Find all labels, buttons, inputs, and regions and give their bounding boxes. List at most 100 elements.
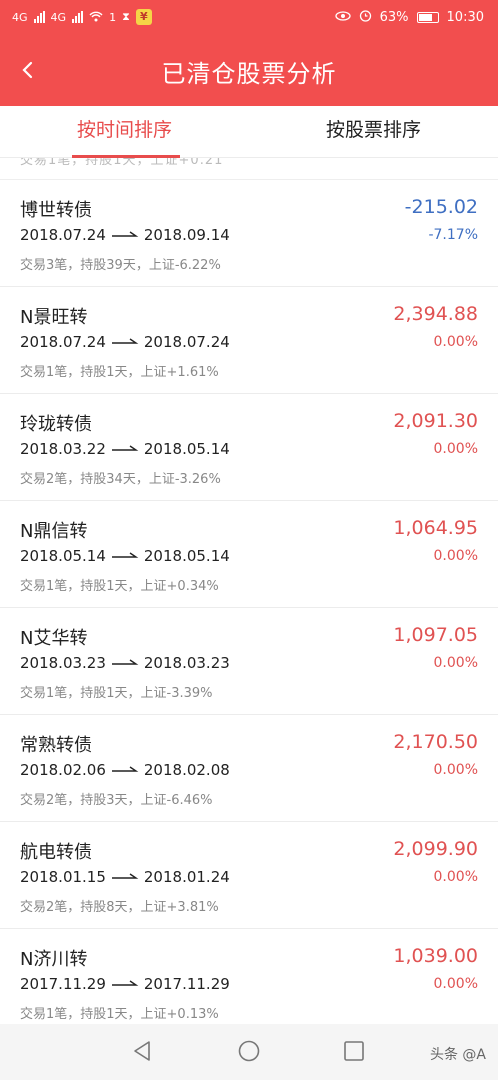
holding-period: 2017.11.29 2017.11.29 bbox=[20, 975, 230, 993]
system-nav-bar: 头条 @A bbox=[0, 1024, 498, 1080]
list-item[interactable]: 常熟转债 2018.02.06 2018.02.08 交易2笔，持股3天，上证-6.4… bbox=[0, 715, 498, 822]
status-bar: 4G 4G 1 ⧗ ¥ 63% 10:30 bbox=[0, 0, 498, 36]
nav-recents-button[interactable] bbox=[343, 1040, 365, 1066]
trade-summary: 交易3笔，持股39天，上证-6.22% bbox=[20, 258, 221, 273]
end-date: 2018.07.24 bbox=[143, 333, 230, 351]
signal-icon bbox=[33, 11, 45, 23]
circle-home-icon bbox=[238, 1040, 260, 1062]
profit-percent: 0.00% bbox=[433, 762, 478, 778]
hotspot-icon bbox=[89, 10, 103, 25]
arrow-right-icon bbox=[110, 975, 140, 993]
stock-name: 常熟转债 bbox=[20, 735, 92, 756]
stock-name: N济川转 bbox=[20, 949, 88, 970]
alarm-icon bbox=[359, 9, 372, 26]
notification-count: 1 bbox=[109, 10, 117, 24]
nav-back-button[interactable] bbox=[131, 1040, 153, 1066]
profit-amount: 2,091.30 bbox=[393, 410, 478, 432]
list-item[interactable]: 航电转债 2018.01.15 2018.01.24 交易2笔，持股8天，上证+3.8… bbox=[0, 822, 498, 929]
sort-tabs: 按时间排序 按股票排序 bbox=[0, 106, 498, 158]
arrow-right-icon bbox=[110, 226, 140, 244]
end-date: 2018.05.14 bbox=[143, 547, 230, 565]
end-date: 2018.03.23 bbox=[143, 654, 230, 672]
profit-amount: 2,170.50 bbox=[393, 731, 478, 753]
list-item[interactable]: N艾华转 2018.03.23 2018.03.23 交易1笔，持股1天，上证-3.3… bbox=[0, 608, 498, 715]
end-date: 2018.01.24 bbox=[143, 868, 230, 886]
profit-percent: 0.00% bbox=[433, 441, 478, 457]
profit-amount: 1,039.00 bbox=[393, 945, 478, 967]
title-bar: 已清仓股票分析 bbox=[0, 36, 498, 106]
tab-label: 按股票排序 bbox=[325, 119, 421, 141]
stock-name: N景旺转 bbox=[20, 307, 88, 328]
cleared-stock-list: 博世转债 2018.07.24 2018.09.14 交易3笔，持股39天，上证-6.… bbox=[0, 180, 498, 1036]
profit-percent: 0.00% bbox=[433, 869, 478, 885]
profit-amount: 2,099.90 bbox=[393, 838, 478, 860]
stock-name: N鼎信转 bbox=[20, 521, 88, 542]
profit-amount: 1,064.95 bbox=[393, 517, 478, 539]
list-item[interactable]: N景旺转 2018.07.24 2018.07.24 交易1笔，持股1天，上证+1.6… bbox=[0, 287, 498, 394]
holding-period: 2018.02.06 2018.02.08 bbox=[20, 761, 230, 779]
square-recents-icon bbox=[344, 1041, 364, 1061]
stock-name: 玲珑转债 bbox=[20, 414, 92, 435]
hourglass-icon: ⧗ bbox=[122, 10, 130, 23]
watermark: 头条 @A bbox=[429, 1047, 486, 1063]
stock-name: 博世转债 bbox=[20, 200, 92, 221]
profit-amount: -215.02 bbox=[404, 196, 478, 218]
start-date: 2017.11.29 bbox=[20, 975, 106, 993]
holding-period: 2018.03.22 2018.05.14 bbox=[20, 440, 230, 458]
yen-app-icon: ¥ bbox=[135, 9, 152, 25]
arrow-right-icon bbox=[110, 654, 140, 672]
partial-list-item: 交易1笔，持股1天，上证+0.21 bbox=[0, 158, 498, 180]
end-date: 2018.05.14 bbox=[143, 440, 230, 458]
network-type-2: 4G bbox=[50, 10, 67, 24]
profit-percent: 0.00% bbox=[433, 548, 478, 564]
tab-sort-by-time[interactable]: 按时间排序 bbox=[0, 106, 249, 158]
profit-amount: 1,097.05 bbox=[393, 624, 478, 646]
end-date: 2017.11.29 bbox=[143, 975, 230, 993]
start-date: 2018.05.14 bbox=[20, 547, 106, 565]
tab-sort-by-stock[interactable]: 按股票排序 bbox=[249, 106, 498, 158]
battery-percent: 63% bbox=[379, 10, 409, 25]
status-right: 63% 10:30 bbox=[334, 9, 484, 26]
network-type-1: 4G bbox=[12, 10, 28, 24]
holding-period: 2018.03.23 2018.03.23 bbox=[20, 654, 230, 672]
partial-item-text: 交易1笔，持股1天，上证+0.21 bbox=[20, 158, 224, 168]
list-item[interactable]: N济川转 2017.11.29 2017.11.29 交易1笔，持股1天，上证+0.1… bbox=[0, 929, 498, 1036]
trade-summary: 交易1笔，持股1天，上证+0.34% bbox=[20, 579, 219, 594]
arrow-right-icon bbox=[110, 868, 140, 886]
trade-summary: 交易2笔，持股8天，上证+3.81% bbox=[20, 900, 219, 915]
start-date: 2018.02.06 bbox=[20, 761, 106, 779]
start-date: 2018.03.23 bbox=[20, 654, 106, 672]
end-date: 2018.09.14 bbox=[143, 226, 230, 244]
holding-period: 2018.01.15 2018.01.24 bbox=[20, 868, 230, 886]
signal-icon-2 bbox=[72, 11, 84, 23]
holding-period: 2018.07.24 2018.09.14 bbox=[20, 226, 230, 244]
app-header: 4G 4G 1 ⧗ ¥ 63% 10:30 已清仓股票分析 bbox=[0, 0, 498, 106]
holding-period: 2018.07.24 2018.07.24 bbox=[20, 333, 230, 351]
trade-summary: 交易1笔，持股1天，上证-3.39% bbox=[20, 686, 213, 701]
trade-summary: 交易2笔，持股34天，上证-3.26% bbox=[20, 472, 221, 487]
profit-percent: 0.00% bbox=[433, 334, 478, 350]
stock-name: 航电转债 bbox=[20, 842, 92, 863]
list-item[interactable]: 玲珑转债 2018.03.22 2018.05.14 交易2笔，持股34天，上证-3.… bbox=[0, 394, 498, 501]
nav-home-button[interactable] bbox=[238, 1040, 260, 1066]
trade-summary: 交易2笔，持股3天，上证-6.46% bbox=[20, 793, 213, 808]
stock-name: N艾华转 bbox=[20, 628, 88, 649]
profit-percent: 0.00% bbox=[433, 655, 478, 671]
profit-percent: -7.17% bbox=[428, 227, 478, 243]
trade-summary: 交易1笔，持股1天，上证+0.13% bbox=[20, 1007, 219, 1022]
list-item[interactable]: 博世转债 2018.07.24 2018.09.14 交易3笔，持股39天，上证-6.… bbox=[0, 180, 498, 287]
status-left: 4G 4G 1 ⧗ ¥ bbox=[12, 9, 152, 25]
profit-percent: 0.00% bbox=[433, 976, 478, 992]
arrow-right-icon bbox=[110, 333, 140, 351]
end-date: 2018.02.08 bbox=[143, 761, 230, 779]
holding-period: 2018.05.14 2018.05.14 bbox=[20, 547, 230, 565]
eye-icon bbox=[334, 10, 351, 25]
trade-summary: 交易1笔，持股1天，上证+1.61% bbox=[20, 365, 219, 380]
arrow-right-icon bbox=[110, 547, 140, 565]
triangle-back-icon bbox=[134, 1041, 150, 1061]
arrow-right-icon bbox=[110, 440, 140, 458]
list-item[interactable]: N鼎信转 2018.05.14 2018.05.14 交易1笔，持股1天，上证+0.3… bbox=[0, 501, 498, 608]
clock-time: 10:30 bbox=[446, 10, 484, 25]
page-title: 已清仓股票分析 bbox=[161, 60, 337, 88]
start-date: 2018.07.24 bbox=[20, 226, 106, 244]
